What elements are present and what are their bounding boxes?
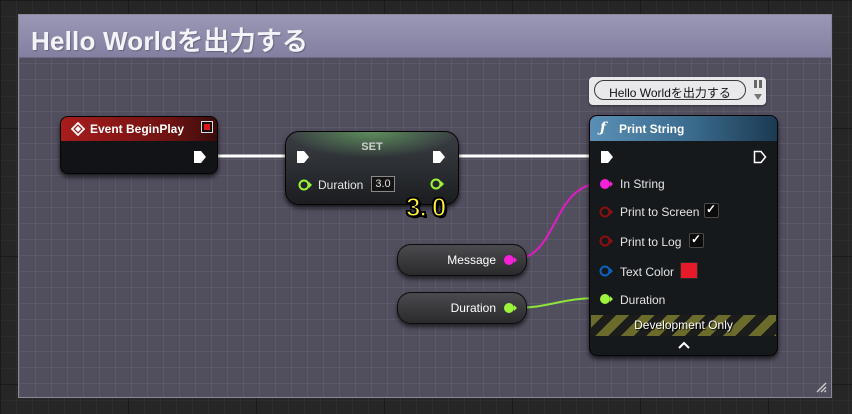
event-node-title: Event BeginPlay [90, 122, 185, 136]
set-duration-value-field[interactable]: 3.0 [371, 176, 395, 192]
duration-label: Duration [620, 293, 666, 307]
set-exec-in-pin[interactable] [296, 150, 310, 164]
duration-variable-label: Duration [450, 301, 496, 315]
print-to-screen-checkbox[interactable]: ✓ [704, 202, 719, 218]
print-to-log-label: Print to Log [620, 235, 682, 249]
print-to-log-checkbox[interactable]: ✓ [689, 232, 704, 248]
in-string-label: In String [620, 177, 665, 191]
set-duration-label: Duration [318, 178, 364, 192]
message-out-pin[interactable] [503, 253, 517, 267]
node-comment-bubble[interactable]: Hello Worldを出力する [589, 77, 766, 105]
print-node-title: Print String [619, 122, 685, 136]
duration-variable-node[interactable]: Duration [397, 292, 527, 324]
event-beginplay-node[interactable]: Event BeginPlay [60, 116, 218, 174]
pin-comment-icon[interactable] [753, 79, 763, 89]
red-square-icon [201, 121, 213, 133]
set-duration-out-pin[interactable] [430, 177, 444, 191]
checkmark-icon: ✓ [691, 232, 702, 246]
diamond-icon [71, 122, 85, 136]
message-variable-node[interactable]: Message [397, 244, 527, 276]
checkmark-icon: ✓ [706, 202, 717, 216]
duration-annotation: 3. 0 [405, 191, 447, 223]
development-only-banner: Development Only [591, 315, 776, 336]
in-string-pin[interactable] [599, 177, 613, 191]
message-variable-label: Message [447, 253, 496, 267]
duration-in-pin[interactable] [599, 292, 613, 306]
set-duration-in-pin[interactable] [298, 178, 312, 192]
set-exec-out-pin[interactable] [432, 150, 446, 164]
print-to-log-pin[interactable] [599, 234, 613, 248]
text-color-pin[interactable] [599, 264, 613, 278]
text-color-label: Text Color [620, 265, 675, 279]
node-comment-text: Hello Worldを出力する [609, 86, 731, 100]
print-string-node[interactable]: ƒ Print String In String Print to Screen… [589, 115, 778, 356]
print-to-screen-pin[interactable] [599, 205, 613, 219]
comment-bubble-toggle-icon[interactable] [753, 92, 763, 102]
function-f-icon: ƒ [600, 120, 607, 136]
duration-out-pin[interactable] [503, 301, 517, 315]
node-comment-pill: Hello Worldを出力する [594, 80, 746, 100]
print-exec-out-pin[interactable] [753, 150, 767, 164]
print-exec-in-pin[interactable] [600, 150, 614, 164]
chevron-up-icon[interactable] [677, 340, 691, 350]
development-only-text: Development Only [634, 318, 733, 332]
print-to-screen-label: Print to Screen [620, 205, 700, 219]
text-color-swatch[interactable] [680, 262, 698, 279]
event-exec-out-pin[interactable] [193, 150, 207, 164]
set-duration-value: 3.0 [375, 178, 391, 190]
